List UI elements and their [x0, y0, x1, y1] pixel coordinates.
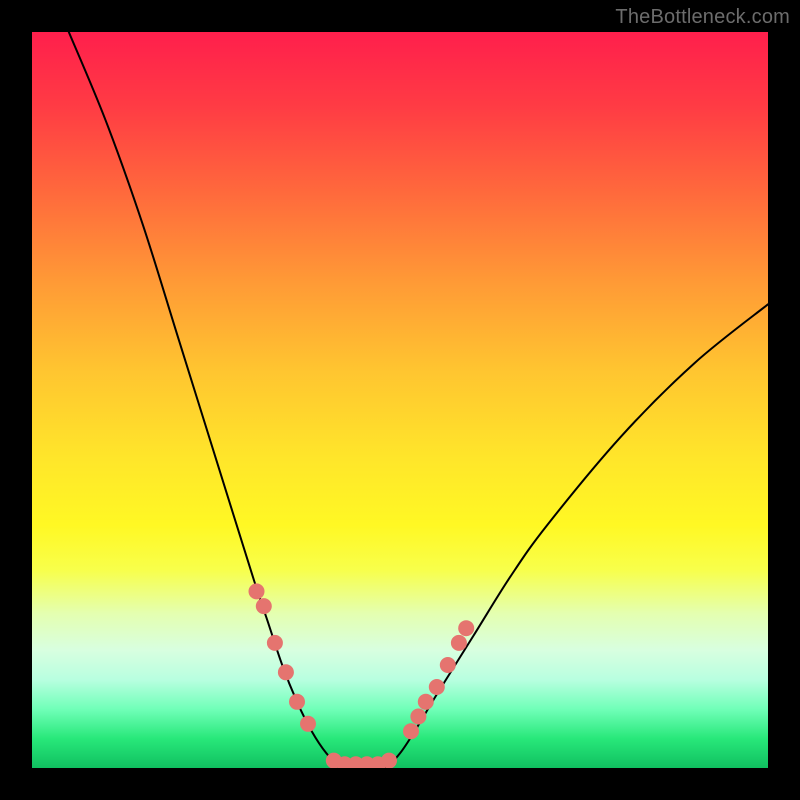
marker-dot — [300, 716, 316, 732]
marker-dot — [429, 679, 445, 695]
plot-area — [32, 32, 768, 768]
marker-dot — [278, 664, 294, 680]
marker-dot — [381, 753, 397, 768]
marker-dot — [410, 709, 426, 725]
marker-dot — [289, 694, 305, 710]
marker-group — [249, 583, 475, 768]
marker-dot — [403, 723, 419, 739]
chart-frame: TheBottleneck.com — [0, 0, 800, 800]
marker-dot — [267, 635, 283, 651]
marker-dot — [458, 620, 474, 636]
watermark-text: TheBottleneck.com — [615, 6, 790, 29]
marker-dot — [451, 635, 467, 651]
chart-svg — [32, 32, 768, 768]
bottleneck-curve-path — [69, 32, 768, 768]
marker-dot — [249, 583, 265, 599]
marker-dot — [256, 598, 272, 614]
marker-dot — [440, 657, 456, 673]
marker-dot — [418, 694, 434, 710]
